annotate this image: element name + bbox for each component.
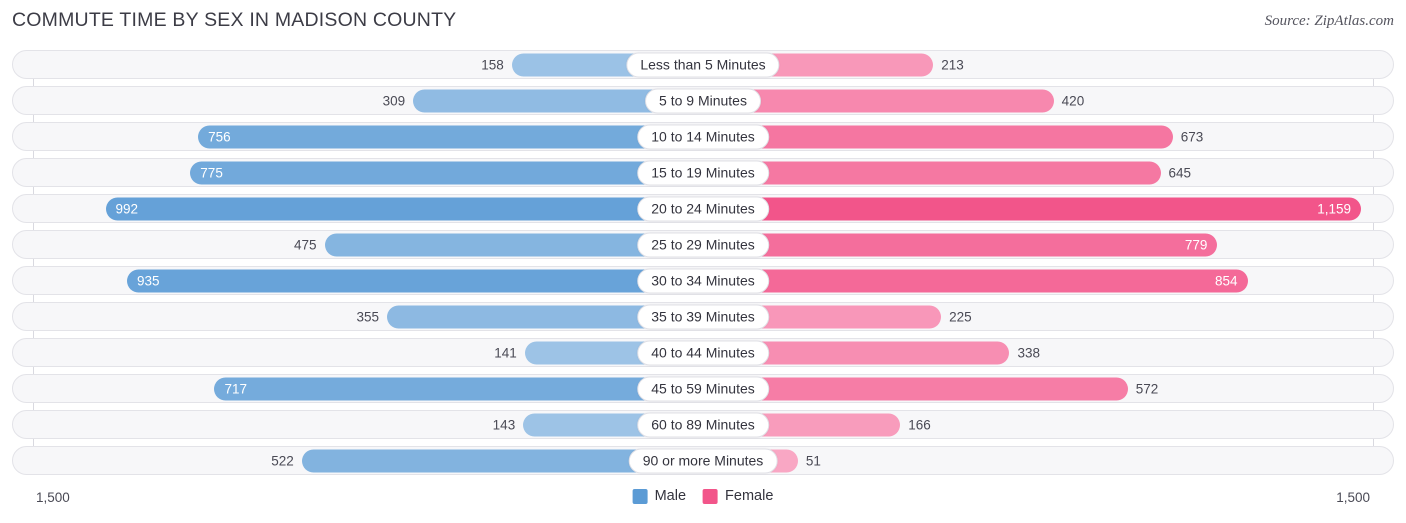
value-label-male: 717 — [224, 381, 247, 396]
value-label-male: 935 — [137, 273, 160, 288]
chart-row[interactable]: 475 779 25 to 29 Minutes — [12, 230, 1394, 259]
value-label-female: 645 — [1168, 165, 1192, 180]
legend-item-female[interactable]: Female — [703, 488, 773, 504]
bar-male[interactable] — [127, 269, 703, 292]
axis-label-left: 1,500 — [36, 490, 70, 505]
chart-row[interactable]: 141 338 40 to 44 Minutes — [12, 338, 1394, 367]
legend-swatch-male-icon — [632, 488, 648, 504]
chart-row[interactable]: 309 420 5 to 9 Minutes — [12, 86, 1394, 115]
value-label-male: 141 — [494, 345, 517, 360]
bar-male[interactable] — [214, 377, 703, 400]
value-label-female: 673 — [1180, 129, 1204, 144]
value-label-male: 992 — [115, 201, 139, 216]
value-label-male: 522 — [271, 453, 294, 468]
category-label: 35 to 39 Minutes — [637, 304, 769, 329]
value-label-male: 475 — [294, 237, 317, 252]
bar-female[interactable] — [703, 269, 1248, 292]
bar-female[interactable] — [703, 197, 1361, 220]
category-label: 90 or more Minutes — [628, 448, 778, 473]
category-label: 10 to 14 Minutes — [637, 124, 769, 149]
value-label-female: 854 — [1214, 273, 1238, 288]
bar-female[interactable] — [703, 125, 1173, 148]
value-label-female: 51 — [805, 453, 821, 468]
category-label: 40 to 44 Minutes — [637, 340, 769, 365]
category-label: 5 to 9 Minutes — [645, 88, 761, 113]
legend-label-female: Female — [725, 488, 774, 504]
chart-row[interactable]: 935 854 30 to 34 Minutes — [12, 266, 1394, 295]
bar-female[interactable] — [703, 233, 1218, 256]
value-label-female: 338 — [1017, 345, 1041, 360]
category-label: 15 to 19 Minutes — [637, 160, 769, 185]
chart-row[interactable]: 355 225 35 to 39 Minutes — [12, 302, 1394, 331]
bar-male[interactable] — [105, 197, 703, 220]
source-attribution: Source: ZipAtlas.com — [1264, 13, 1394, 29]
bar-female[interactable] — [703, 161, 1161, 184]
category-label: 30 to 34 Minutes — [637, 268, 769, 293]
value-label-female: 420 — [1061, 93, 1085, 108]
value-label-female: 213 — [941, 57, 964, 72]
value-label-male: 143 — [492, 417, 516, 432]
value-label-male: 355 — [356, 309, 380, 324]
value-label-male: 309 — [382, 93, 406, 108]
value-label-male: 775 — [200, 165, 223, 180]
value-label-female: 166 — [908, 417, 931, 432]
legend-label-male: Male — [654, 488, 687, 504]
bar-male[interactable] — [190, 161, 703, 184]
legend-swatch-female-icon — [703, 488, 719, 504]
commute-time-chart: COMMUTE TIME BY SEX IN MADISON COUNTY So… — [0, 0, 1406, 523]
chart-row[interactable]: 756 673 10 to 14 Minutes — [12, 122, 1394, 151]
category-label: 60 to 89 Minutes — [637, 412, 769, 437]
value-label-female: 225 — [949, 309, 972, 324]
value-label-female: 1,159 — [1317, 201, 1351, 216]
value-label-male: 756 — [208, 129, 231, 144]
value-label-female: 572 — [1135, 381, 1159, 396]
value-label-male: 158 — [481, 57, 504, 72]
plot-area: 158 213 Less than 5 Minutes 309 420 5 to 9 Mi… — [0, 50, 1406, 484]
value-label-female: 779 — [1184, 237, 1208, 252]
bar-male[interactable] — [198, 125, 703, 148]
category-label: 45 to 59 Minutes — [637, 376, 769, 401]
chart-row[interactable]: 158 213 Less than 5 Minutes — [12, 50, 1394, 79]
axis-label-right: 1,500 — [1336, 490, 1370, 505]
chart-row[interactable]: 143 166 60 to 89 Minutes — [12, 410, 1394, 439]
chart-row[interactable]: 522 51 90 or more Minutes — [12, 446, 1394, 475]
chart-row[interactable]: 992 1,159 20 to 24 Minutes — [12, 194, 1394, 223]
legend: Male Female — [632, 488, 773, 504]
category-label: 20 to 24 Minutes — [637, 196, 769, 221]
page-title: COMMUTE TIME BY SEX IN MADISON COUNTY — [12, 9, 457, 31]
category-label: Less than 5 Minutes — [626, 52, 780, 77]
category-label: 25 to 29 Minutes — [637, 232, 769, 257]
chart-row[interactable]: 717 572 45 to 59 Minutes — [12, 374, 1394, 403]
chart-row[interactable]: 775 645 15 to 19 Minutes — [12, 158, 1394, 187]
legend-item-male[interactable]: Male — [632, 488, 687, 504]
